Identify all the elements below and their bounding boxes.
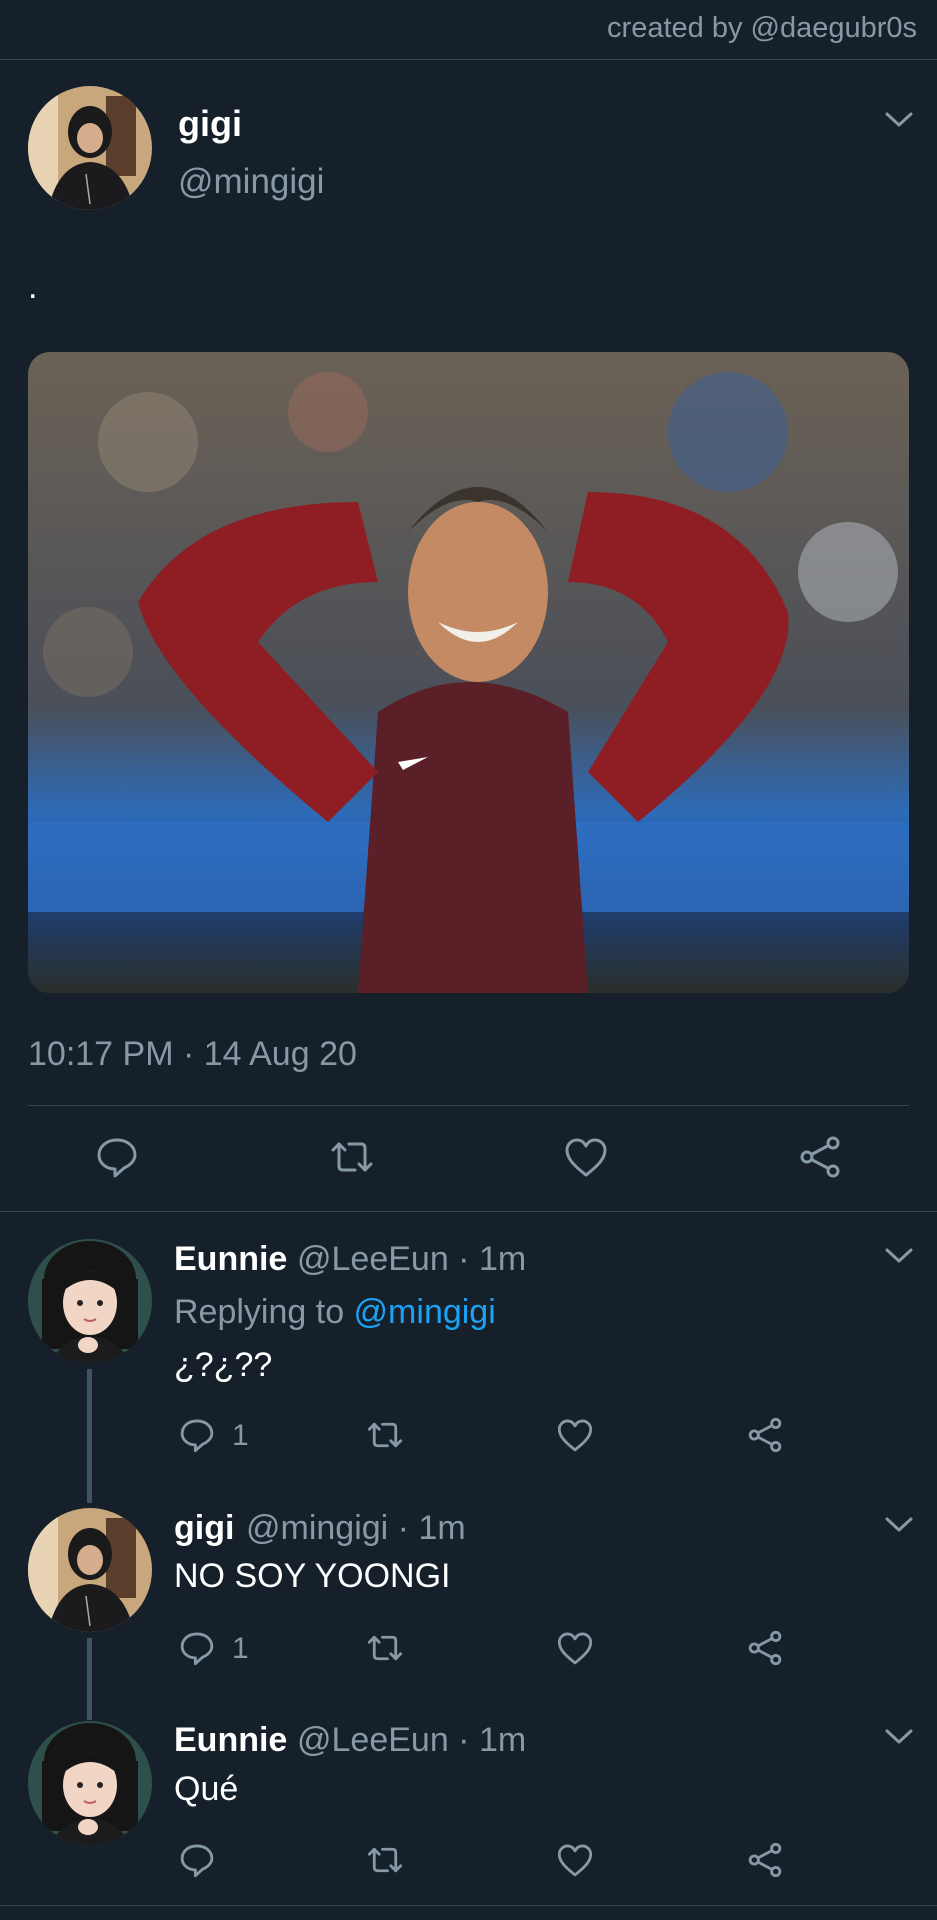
share-icon[interactable] [797, 1134, 843, 1180]
retweet-icon[interactable] [366, 1629, 404, 1667]
replying-to-prefix: Replying to [174, 1293, 354, 1331]
retweet-icon[interactable] [366, 1416, 404, 1454]
share-icon[interactable] [746, 1416, 784, 1454]
tweet-photo[interactable] [28, 352, 909, 993]
avatar-gigi[interactable] [28, 86, 152, 210]
credit-text: created by @daegubr0s [607, 12, 917, 44]
avatar-gigi[interactable] [28, 1508, 152, 1632]
thread-connector [87, 1369, 92, 1503]
reply-count: 1 [232, 1419, 249, 1452]
chevron-down-icon[interactable] [884, 110, 914, 130]
reply-author-name[interactable]: Eunnie [174, 1721, 287, 1760]
replying-to: Replying to @mingigi [174, 1293, 496, 1332]
replying-to-handle[interactable]: @mingigi [354, 1293, 496, 1331]
reply-icon[interactable] [178, 1841, 216, 1879]
reply-count: 1 [232, 1632, 249, 1665]
reply-author-name[interactable]: gigi [174, 1509, 234, 1548]
tweet-timestamp[interactable]: 10:17 PM · 14 Aug 20 [28, 1035, 357, 1074]
divider [28, 1105, 909, 1106]
divider [0, 1905, 937, 1906]
avatar-eunnie[interactable] [28, 1239, 152, 1363]
heart-icon[interactable] [556, 1629, 594, 1667]
reply-icon[interactable] [178, 1416, 216, 1454]
reply-text: NO SOY YOONGI [174, 1557, 451, 1595]
heart-icon[interactable] [556, 1841, 594, 1879]
tweet-text: . [28, 268, 38, 306]
chevron-down-icon[interactable] [884, 1246, 914, 1266]
avatar-eunnie[interactable] [28, 1721, 152, 1845]
share-icon[interactable] [746, 1629, 784, 1667]
divider [0, 1211, 937, 1212]
retweet-icon[interactable] [366, 1841, 404, 1879]
reply-text: ¿?¿?? [174, 1346, 273, 1384]
author-name[interactable]: gigi [178, 103, 242, 145]
chevron-down-icon[interactable] [884, 1515, 914, 1535]
reply-meta: @mingigi · 1m [246, 1509, 466, 1547]
chevron-down-icon[interactable] [884, 1727, 914, 1747]
retweet-icon[interactable] [329, 1134, 375, 1180]
reply-icon[interactable] [94, 1134, 140, 1180]
credit-bar: created by @daegubr0s [0, 0, 937, 60]
reply-meta: @LeeEun · 1m [297, 1240, 527, 1278]
heart-icon[interactable] [563, 1134, 609, 1180]
reply-text: Qué [174, 1770, 239, 1808]
reply-author-name[interactable]: Eunnie [174, 1240, 287, 1279]
author-handle[interactable]: @mingigi [178, 162, 324, 202]
tweet-thread-screen: created by @daegubr0s gigi @mingigi . 10… [0, 0, 937, 1920]
heart-icon[interactable] [556, 1416, 594, 1454]
reply-icon[interactable] [178, 1629, 216, 1667]
reply-meta: @LeeEun · 1m [297, 1721, 527, 1759]
thread-connector [87, 1638, 92, 1720]
share-icon[interactable] [746, 1841, 784, 1879]
